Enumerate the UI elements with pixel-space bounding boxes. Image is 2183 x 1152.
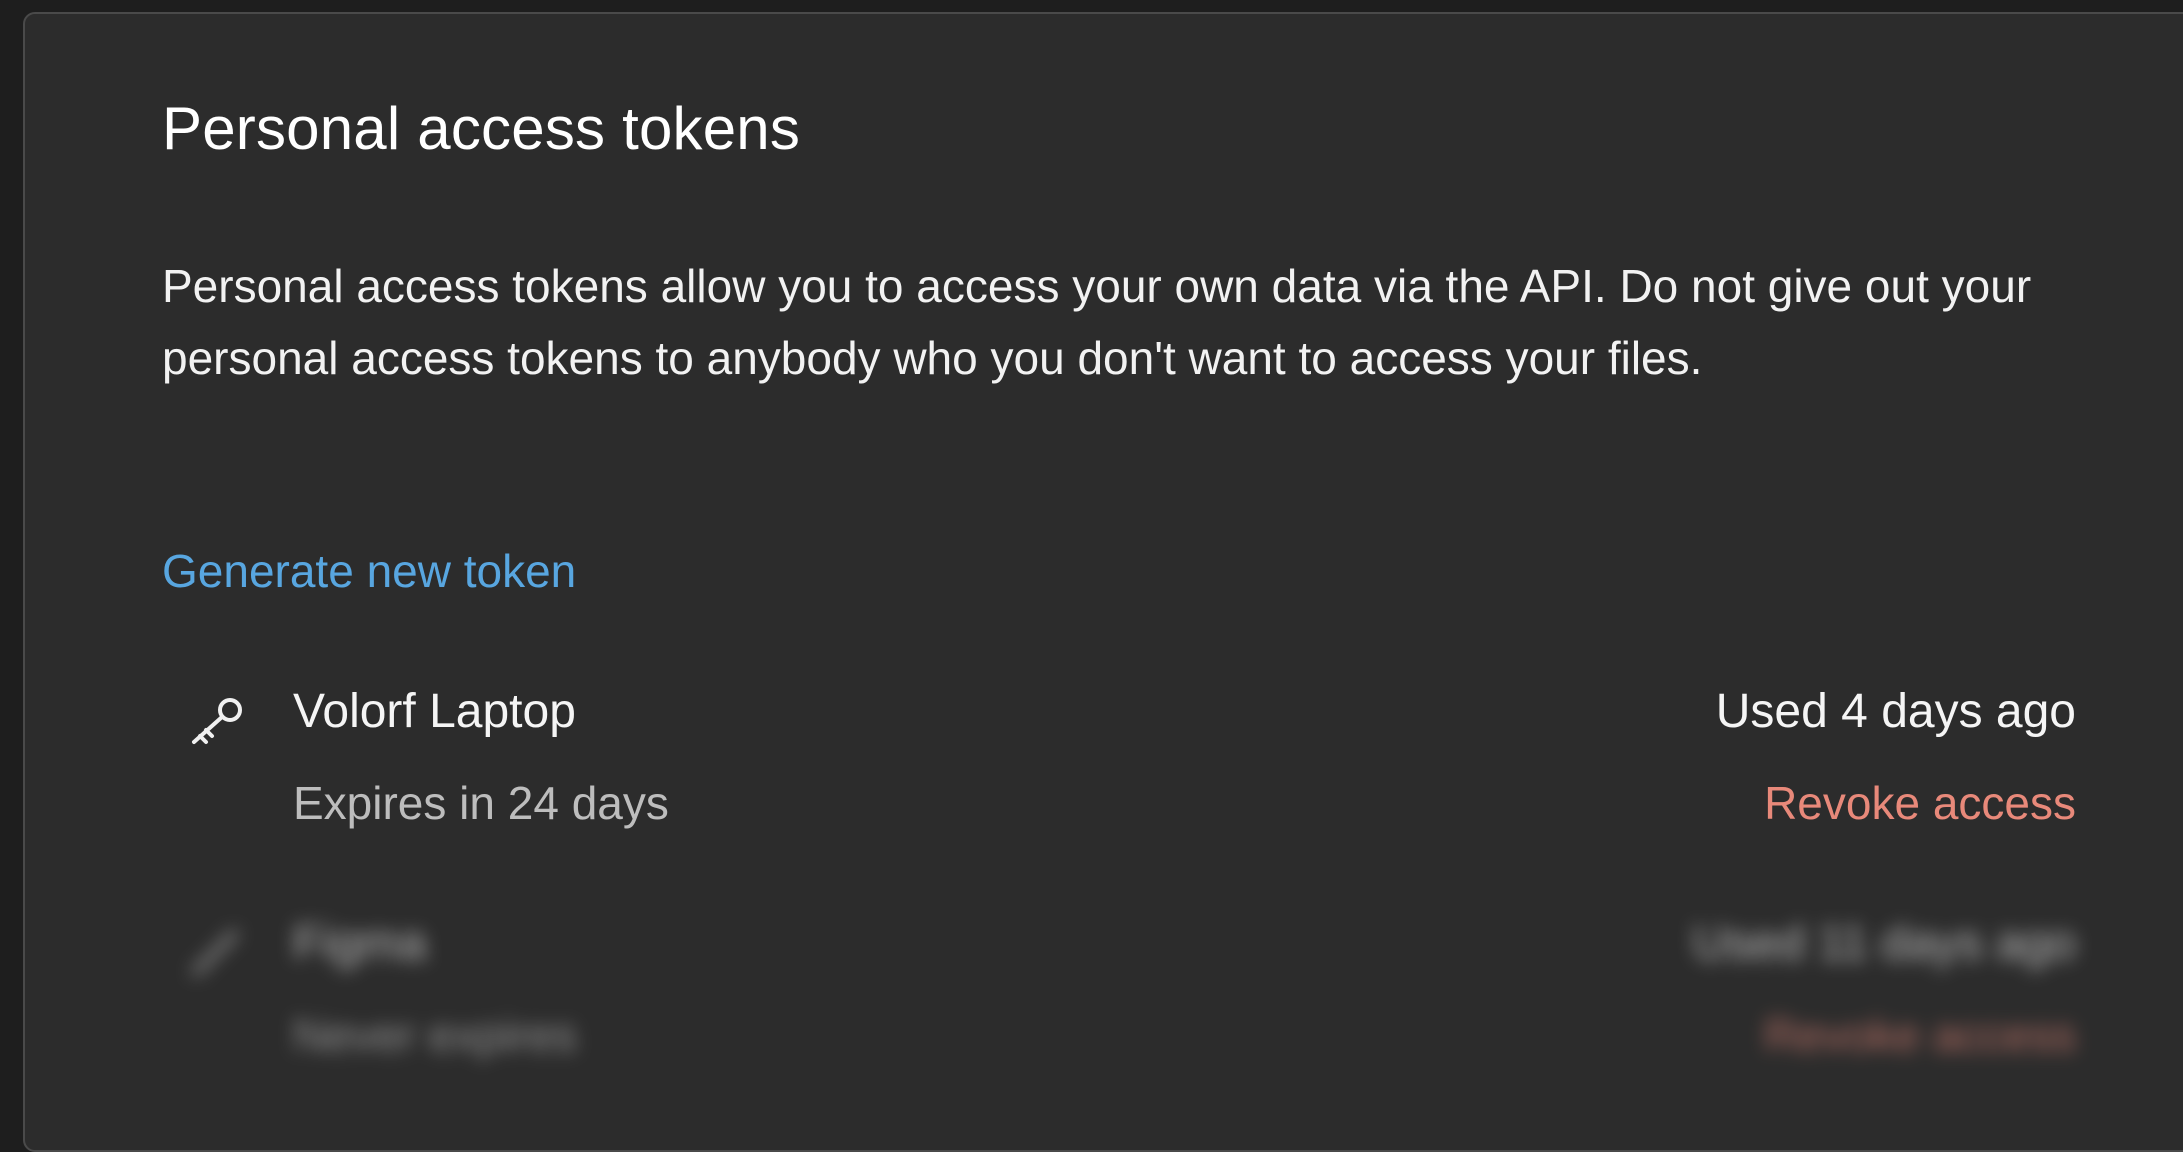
revoke-access-button[interactable]: Revoke access bbox=[1764, 776, 2076, 830]
token-last-used: Used 11 days ago bbox=[1692, 917, 2076, 970]
token-name: Volorf Laptop bbox=[293, 685, 576, 738]
token-row: Volorf Laptop Expires in 24 days Used 4 … bbox=[162, 684, 2076, 844]
token-name: Figma bbox=[293, 917, 427, 970]
generate-new-token-link[interactable]: Generate new token bbox=[162, 544, 576, 598]
key-icon bbox=[186, 690, 250, 750]
personal-access-tokens-panel: Personal access tokens Personal access t… bbox=[23, 12, 2183, 1152]
section-title: Personal access tokens bbox=[162, 95, 801, 162]
section-description: Personal access tokens allow you to acce… bbox=[162, 260, 2032, 384]
token-expiry: Expires in 24 days bbox=[293, 777, 669, 829]
pen-icon bbox=[186, 922, 250, 982]
token-row: Figma Never expires Used 11 days ago Rev… bbox=[162, 916, 2076, 1076]
token-expiry: Never expires bbox=[293, 1009, 577, 1061]
revoke-access-button[interactable]: Revoke access bbox=[1764, 1008, 2076, 1062]
token-last-used: Used 4 days ago bbox=[1715, 685, 2076, 738]
